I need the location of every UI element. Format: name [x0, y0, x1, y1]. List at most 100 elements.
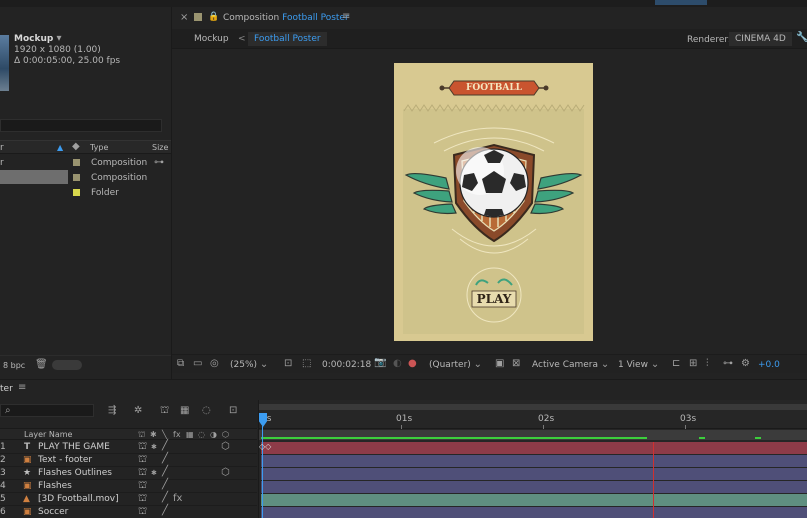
flowchart-icon[interactable]: ⊶	[723, 359, 733, 369]
quality-switch-icon[interactable]: ╱	[162, 480, 168, 490]
view-layout-dropdown[interactable]: 1 View ⌄	[618, 360, 659, 371]
timeline-icon[interactable]: ⫶	[706, 359, 709, 369]
flowchart-icon[interactable]: ⊶	[154, 158, 164, 168]
sort-ascending-icon[interactable]: ▲	[57, 143, 63, 153]
layer-row[interactable]: 6 ▣ Soccer ⛫ ╱	[0, 506, 257, 518]
layer-name[interactable]: [3D Football.mov]	[38, 494, 119, 504]
motion-blur-icon[interactable]: ◌	[202, 406, 211, 416]
project-row[interactable]: Composition	[0, 170, 171, 185]
shy-icon: ⛫	[138, 430, 146, 439]
trash-icon[interactable]: 🗑	[35, 360, 48, 370]
wrench-icon[interactable]: 🔧	[796, 33, 807, 43]
layer-row[interactable]: 5 ▲ [3D Football.mov] ⛫ ╱ fx	[0, 493, 257, 506]
fast-previews-icon[interactable]: ▣	[495, 359, 504, 369]
project-search-input[interactable]	[0, 119, 162, 132]
col-type-header[interactable]: Type	[90, 143, 108, 152]
layer-name[interactable]: Text - footer	[38, 455, 92, 465]
layer-row[interactable]: 2 ▣ Text - footer ⛫ ╱	[0, 454, 257, 467]
camera-snapshot-icon[interactable]: 📷	[374, 358, 386, 368]
layer-bar[interactable]	[261, 468, 807, 480]
panel-menu-icon[interactable]: ≡	[342, 12, 350, 22]
shy-switch-icon[interactable]: ⛫	[138, 481, 147, 491]
thumbnail-size-slider[interactable]	[52, 360, 82, 370]
poster-canvas[interactable]: FOOTBALL PLAY	[394, 63, 593, 341]
label-swatch[interactable]	[73, 159, 80, 166]
close-tab-icon[interactable]: ×	[180, 13, 188, 23]
current-time-display[interactable]: 0:00:02:18	[322, 360, 371, 370]
label-tag-icon[interactable]: ◆	[72, 142, 80, 152]
project-row[interactable]: r Composition ⊶	[0, 155, 171, 170]
fit-icon[interactable]: ⊡	[284, 359, 292, 369]
keyframe-icon[interactable]: ◇◇	[259, 442, 271, 452]
layer-name[interactable]: PLAY THE GAME	[38, 442, 110, 452]
time-ruler[interactable]: 0s 01s 02s 03s	[259, 411, 807, 429]
magnification-dropdown[interactable]: (25%) ⌄	[230, 360, 268, 371]
comp-tab-title[interactable]: Composition Football Poster	[223, 13, 349, 23]
color-channels-icon[interactable]: ●	[408, 359, 417, 369]
camera-dropdown[interactable]: Active Camera ⌄	[532, 360, 609, 371]
layer-name[interactable]: Flashes Outlines	[38, 468, 112, 478]
transparency-grid-icon[interactable]: ⊠	[512, 359, 520, 369]
layer-bar[interactable]	[261, 494, 807, 506]
exposure-value[interactable]: +0.0	[758, 360, 780, 370]
layer-bar[interactable]	[261, 455, 807, 467]
quality-switch-icon[interactable]: ╱	[162, 454, 168, 464]
breadcrumb-mockup[interactable]: Mockup	[194, 34, 229, 44]
col-name-header[interactable]: r	[0, 143, 4, 153]
workspace-tab-active[interactable]	[655, 0, 707, 5]
3d-switch-icon[interactable]: ⬡	[221, 468, 230, 478]
resolution-dropdown[interactable]: (Quarter) ⌄	[429, 360, 482, 371]
timeline-search-input[interactable]: ⌕	[0, 404, 94, 417]
always-preview-icon[interactable]: ⧉	[177, 359, 184, 369]
layer-name-header[interactable]: Layer Name	[24, 430, 72, 439]
timeline-track-area[interactable]: 0s 01s 02s 03s ◇◇	[258, 400, 807, 518]
project-row[interactable]: Folder	[0, 185, 171, 200]
graph-editor-icon[interactable]: ⊡	[229, 406, 237, 416]
quality-switch-icon[interactable]: ╱	[162, 441, 168, 451]
layer-bar[interactable]	[261, 481, 807, 493]
comp-mini-flowchart-icon[interactable]: ⇶	[108, 406, 116, 416]
shy-layers-icon[interactable]: ⛫	[160, 406, 169, 416]
shy-switch-icon[interactable]: ⛫	[138, 442, 147, 452]
shy-switch-icon[interactable]: ⛫	[138, 507, 147, 517]
layer-bar[interactable]	[261, 507, 807, 518]
collapse-switch-icon[interactable]: ✱	[151, 468, 157, 478]
renderer-button[interactable]: CINEMA 4D	[729, 32, 792, 46]
quality-switch-icon[interactable]: ╱	[162, 506, 168, 516]
show-snapshot-icon[interactable]: ◐	[393, 359, 402, 369]
shy-switch-icon[interactable]: ⛫	[138, 468, 147, 478]
work-area-bar[interactable]	[259, 430, 807, 440]
layer-row[interactable]: 4 ▣ Flashes ⛫ ╱	[0, 480, 257, 493]
fx-switch-icon[interactable]: fx	[173, 494, 182, 504]
vr-mask-icon[interactable]: ◎	[210, 359, 219, 369]
label-swatch[interactable]	[73, 174, 80, 181]
draft-3d-icon[interactable]: ✲	[134, 406, 142, 416]
layer-row[interactable]: 1 T PLAY THE GAME ⛫ ✱ ╱ ⬡	[0, 441, 257, 454]
frame-blending-icon[interactable]: ▦	[180, 406, 189, 416]
col-size-header[interactable]: Size	[152, 143, 168, 152]
quality-switch-icon[interactable]: ╱	[162, 467, 168, 477]
region-of-interest-icon[interactable]: ⬚	[302, 359, 311, 369]
lock-icon[interactable]: 🔒	[208, 12, 219, 22]
shy-switch-icon[interactable]: ⛫	[138, 494, 147, 504]
fast-draft-icon[interactable]: ⊞	[689, 359, 697, 369]
time-navigator[interactable]	[259, 404, 807, 410]
breadcrumb-football-poster[interactable]: Football Poster	[248, 32, 327, 46]
layer-bar[interactable]	[261, 442, 807, 454]
toggle-pixel-aspect-icon[interactable]: ⊏	[672, 359, 680, 369]
panel-menu-icon[interactable]: ≡	[18, 383, 26, 393]
layer-row[interactable]: 3 ★ Flashes Outlines ⛫ ✱ ╱ ⬡	[0, 467, 257, 480]
label-swatch[interactable]	[73, 189, 80, 196]
current-time-indicator[interactable]	[653, 442, 654, 518]
quality-switch-icon[interactable]: ╱	[162, 493, 168, 503]
monitor-icon[interactable]: ▭	[193, 359, 202, 369]
bit-depth-button[interactable]: 8 bpc	[3, 361, 25, 370]
layer-name[interactable]: Soccer	[38, 507, 68, 517]
collapse-switch-icon[interactable]: ✱	[151, 442, 157, 452]
reset-exposure-icon[interactable]: ⚙	[741, 359, 750, 369]
layer-name[interactable]: Flashes	[38, 481, 72, 491]
dropdown-arrow-icon[interactable]: ▾	[56, 34, 61, 44]
shy-switch-icon[interactable]: ⛫	[138, 455, 147, 465]
timeline-tab-title[interactable]: ter	[0, 384, 13, 394]
3d-switch-icon[interactable]: ⬡	[221, 442, 230, 452]
